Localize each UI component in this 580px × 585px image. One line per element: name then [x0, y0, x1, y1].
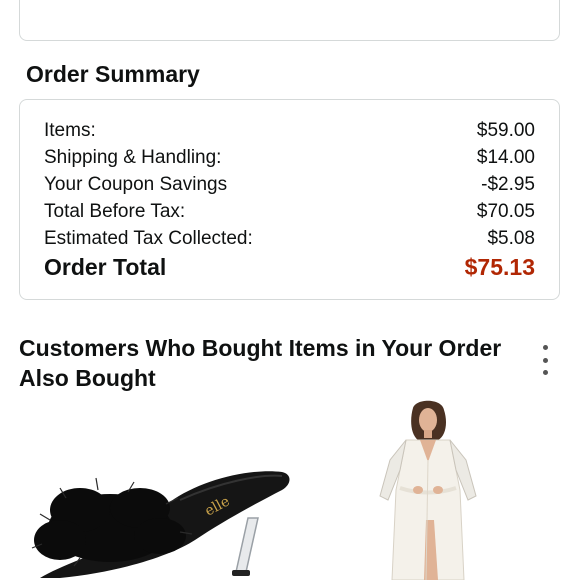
order-summary-card: Items: $59.00 Shipping & Handling: $14.0… [19, 99, 560, 300]
summary-row-tax: Estimated Tax Collected: $5.08 [44, 227, 535, 251]
row-value: -$2.95 [481, 174, 535, 195]
summary-row-order-total: Order Total $75.13 [44, 253, 535, 281]
summary-row-before-tax: Total Before Tax: $70.05 [44, 200, 535, 224]
row-label: Total Before Tax: [44, 201, 186, 222]
summary-row-shipping: Shipping & Handling: $14.00 [44, 146, 535, 170]
black-feather-heel-sandal-image: elle [31, 471, 290, 578]
recommendations-title: Customers Who Bought Items in Your Order… [19, 335, 502, 391]
product-card-robe[interactable] [368, 400, 488, 581]
row-value: $14.00 [476, 147, 535, 168]
row-value: $59.00 [476, 120, 535, 141]
product-card-sandal[interactable]: elle [20, 440, 300, 580]
row-value: $5.08 [487, 228, 535, 249]
summary-row-coupon: Your Coupon Savings -$2.95 [44, 173, 535, 197]
order-summary-title: Order Summary [26, 61, 200, 87]
row-label: Your Coupon Savings [44, 174, 228, 195]
more-vertical-icon[interactable] [537, 345, 553, 375]
order-total-label: Order Total [44, 254, 167, 280]
white-satin-robe-model-image [379, 400, 477, 581]
previous-section-card [19, 0, 560, 41]
summary-row-items: Items: $59.00 [44, 119, 535, 143]
row-label: Items: [44, 120, 96, 141]
order-total-value: $75.13 [464, 254, 535, 280]
row-label: Shipping & Handling: [44, 147, 222, 168]
row-value: $70.05 [476, 201, 535, 222]
row-label: Estimated Tax Collected: [44, 228, 253, 249]
